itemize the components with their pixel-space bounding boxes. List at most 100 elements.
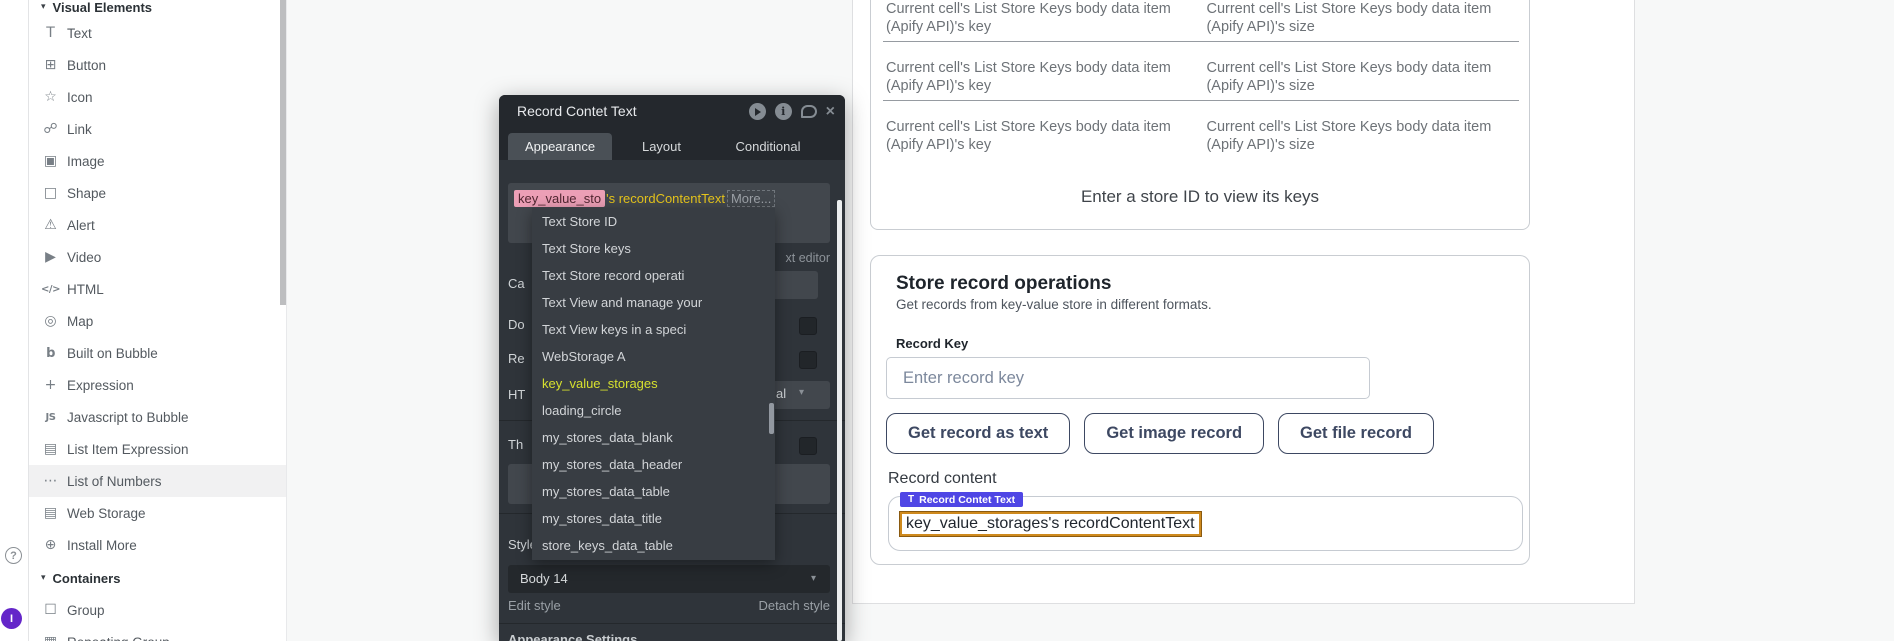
panel-tabs: Appearance Layout Conditional — [499, 129, 845, 160]
dropdown-item[interactable]: Text View keys in a speci — [532, 316, 775, 343]
field-label-ca: Ca — [508, 276, 525, 291]
element-type-badge: T Record Contet Text — [900, 492, 1023, 507]
chevron-down-icon: ▾ — [811, 573, 816, 584]
plus-icon: + — [41, 377, 60, 393]
sidebar-item-expression[interactable]: + Expression — [29, 369, 286, 401]
sidebar-scrollbar[interactable] — [280, 0, 286, 305]
sidebar-item-shape[interactable]: □ Shape — [29, 177, 286, 209]
section-header-label: Visual Elements — [53, 0, 152, 15]
sidebar-item-label: Button — [67, 58, 106, 73]
preview-play-icon[interactable] — [749, 103, 766, 120]
intercom-avatar[interactable]: I — [1, 608, 22, 629]
checkbox[interactable] — [799, 437, 817, 455]
dropdown-item[interactable]: Text Store record operati — [532, 262, 775, 289]
sidebar-item-video[interactable]: ▶ Video — [29, 241, 286, 273]
dropdown-item-highlighted[interactable]: key_value_storages — [532, 370, 775, 397]
store-keys-card[interactable]: Current cell's List Store Keys body data… — [870, 0, 1530, 230]
dropdown-item[interactable]: my_stores_data_blank — [532, 424, 775, 451]
left-rail: ? I — [0, 0, 28, 641]
dropdown-item[interactable]: Text View and manage your — [532, 289, 775, 316]
tab-appearance[interactable]: Appearance — [508, 133, 612, 160]
sidebar-item-repeating-group[interactable]: ▦ Repeating Group — [29, 626, 286, 641]
dropdown-item[interactable]: my_stores_data_title — [532, 505, 775, 532]
size-cell: Current cell's List Store Keys body data… — [1206, 0, 1519, 36]
storage-icon: ▤ — [41, 505, 60, 521]
sidebar-item-install-more[interactable]: ⊕ Install More — [29, 529, 286, 561]
map-pin-icon: ◎ — [41, 313, 60, 329]
empty-state-text: Enter a store ID to view its keys — [871, 187, 1529, 207]
expression-more-button[interactable]: More... — [727, 190, 775, 207]
sidebar-item-image[interactable]: ▣ Image — [29, 145, 286, 177]
expression-token[interactable]: key_value_sto — [514, 190, 605, 207]
expression-suffix[interactable]: 's recordContentText — [606, 191, 725, 206]
table-row[interactable]: Current cell's List Store Keys body data… — [886, 118, 1519, 154]
video-icon: ▶ — [41, 249, 60, 265]
sidebar-item-list-of-numbers[interactable]: ⋯ List of Numbers — [29, 465, 286, 497]
sidebar-item-list-item-expression[interactable]: ▤ List Item Expression — [29, 433, 286, 465]
containers-header[interactable]: ▾ Containers — [29, 562, 286, 594]
dropdown-item[interactable]: my_stores_data_table — [532, 478, 775, 505]
panel-header[interactable]: Record Contet Text i × — [499, 95, 845, 129]
get-record-as-text-button[interactable]: Get record as text — [886, 413, 1070, 454]
dropdown-item[interactable]: WebStorage A — [532, 343, 775, 370]
detach-style-link[interactable]: Detach style — [758, 598, 830, 613]
sidebar-item-built-on-bubble[interactable]: b Built on Bubble — [29, 337, 286, 369]
dropdown-scrollbar[interactable] — [769, 403, 774, 434]
property-editor-panel[interactable]: Record Contet Text i × Appearance Layout… — [499, 95, 845, 641]
tab-conditional[interactable]: Conditional — [729, 133, 807, 160]
selected-text-element[interactable]: key_value_storages's recordContentText — [900, 512, 1201, 536]
tab-layout[interactable]: Layout — [629, 133, 694, 160]
record-actions: Get record as text Get image record Get … — [886, 413, 1434, 454]
sidebar-item-label: Web Storage — [67, 506, 146, 521]
sidebar-item-map[interactable]: ◎ Map — [29, 305, 286, 337]
sidebar-item-label: Icon — [67, 90, 93, 105]
style-select[interactable]: Body 14 ▾ — [508, 565, 830, 593]
help-icon[interactable]: ? — [5, 547, 22, 564]
sidebar-item-label: Shape — [67, 186, 106, 201]
edit-style-link[interactable]: Edit style — [508, 598, 561, 613]
checkbox[interactable] — [799, 317, 817, 335]
record-key-label: Record Key — [896, 336, 968, 351]
record-key-input[interactable] — [886, 357, 1370, 399]
info-icon[interactable]: i — [775, 103, 792, 120]
table-row[interactable]: Current cell's List Store Keys body data… — [886, 0, 1519, 36]
sidebar-item-text[interactable]: T Text — [29, 17, 286, 49]
checkbox[interactable] — [799, 351, 817, 369]
comment-icon[interactable] — [801, 105, 817, 118]
card-title: Store record operations — [896, 273, 1111, 295]
bubble-editor: ? I ▾ Visual Elements T Text ⊞ Button ☆ … — [0, 0, 1894, 641]
rich-text-editor-link[interactable]: xt editor — [786, 251, 830, 265]
key-cell: Current cell's List Store Keys body data… — [886, 0, 1206, 36]
panel-scrollbar[interactable] — [837, 200, 842, 641]
shape-icon: □ — [41, 185, 60, 201]
dropdown-item[interactable]: store_keys_data_table — [532, 532, 775, 559]
element-expression-text: key_value_storages's recordContentText — [906, 515, 1195, 533]
text-element-icon: T — [908, 494, 914, 505]
sidebar-item-group[interactable]: ☐ Group — [29, 594, 286, 626]
sidebar-item-javascript-to-bubble[interactable]: JS Javascript to Bubble — [29, 401, 286, 433]
autocomplete-dropdown: Text Store ID Text Store keys Text Store… — [532, 208, 775, 560]
sidebar-item-label: Image — [67, 154, 105, 169]
table-row[interactable]: Current cell's List Store Keys body data… — [886, 59, 1519, 95]
key-cell: Current cell's List Store Keys body data… — [886, 118, 1206, 154]
field-label-re: Re — [508, 351, 525, 366]
chevron-down-icon: ▾ — [41, 2, 46, 12]
dropdown-item[interactable]: Text Store keys — [532, 235, 775, 262]
sidebar-item-icon[interactable]: ☆ Icon — [29, 81, 286, 113]
get-file-record-button[interactable]: Get file record — [1278, 413, 1434, 454]
sidebar-item-label: Alert — [67, 218, 95, 233]
dropdown-item[interactable]: my_stores_data_header — [532, 451, 775, 478]
sidebar-item-alert[interactable]: ⚠ Alert — [29, 209, 286, 241]
chevron-down-icon: ▾ — [799, 387, 804, 398]
dropdown-item[interactable]: Text Store ID — [532, 208, 775, 235]
close-icon[interactable]: × — [826, 103, 835, 120]
sidebar-item-link[interactable]: ☍ Link — [29, 113, 286, 145]
sidebar-item-web-storage[interactable]: ▤ Web Storage — [29, 497, 286, 529]
dropdown-item[interactable]: loading_circle — [532, 397, 775, 424]
link-icon: ☍ — [41, 121, 60, 137]
store-record-operations-card[interactable]: Store record operations Get records from… — [870, 255, 1530, 565]
get-image-record-button[interactable]: Get image record — [1084, 413, 1264, 454]
sidebar-item-html[interactable]: </> HTML — [29, 273, 286, 305]
field-label-do: Do — [508, 317, 525, 332]
sidebar-item-button[interactable]: ⊞ Button — [29, 49, 286, 81]
